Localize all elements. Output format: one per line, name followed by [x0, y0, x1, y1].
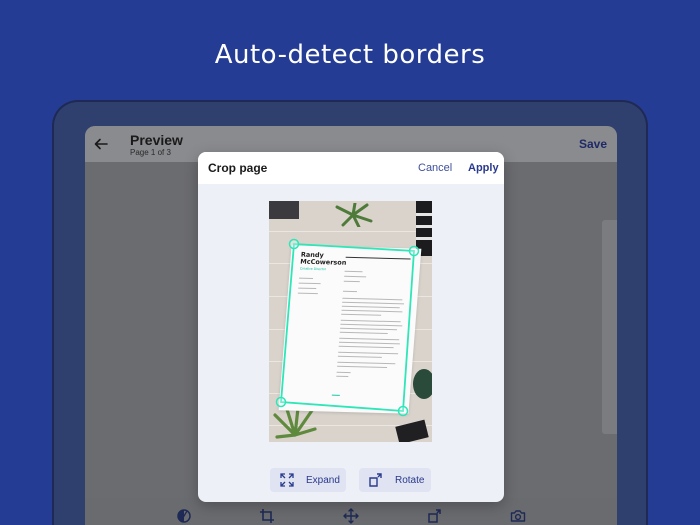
apply-button[interactable]: Apply: [468, 162, 499, 174]
page-title: Preview: [130, 132, 183, 148]
dialog-header: Crop page Cancel Apply: [198, 152, 504, 184]
crop-handle-top-left[interactable]: [288, 238, 300, 250]
dialog-title: Crop page: [208, 161, 268, 175]
crop-handle-bottom-left[interactable]: [275, 396, 287, 408]
headline: Auto-detect borders: [214, 40, 486, 70]
expand-label: Expand: [306, 474, 340, 486]
move-icon[interactable]: [343, 508, 359, 524]
crop-handle-bottom-right[interactable]: [397, 405, 409, 417]
camera-icon[interactable]: [510, 508, 526, 524]
rotate-label: Rotate: [395, 474, 425, 486]
expand-button[interactable]: Expand: [270, 468, 346, 492]
crop-icon[interactable]: [259, 508, 275, 524]
crop-handle-top-right[interactable]: [408, 245, 420, 257]
expand-icon: [280, 473, 294, 487]
rotate-icon[interactable]: [427, 508, 443, 524]
page-subtitle: Page 1 of 3: [130, 148, 171, 157]
back-arrow-icon[interactable]: [93, 136, 109, 152]
rotate-button[interactable]: Rotate: [359, 468, 431, 492]
crop-outline: [275, 238, 420, 417]
filter-icon[interactable]: [176, 508, 192, 524]
cancel-button[interactable]: Cancel: [418, 162, 452, 174]
crop-dialog: Crop page Cancel Apply Randy McCowerson: [198, 152, 504, 502]
next-page-preview[interactable]: [602, 220, 617, 434]
bottom-toolbar: [85, 498, 617, 525]
save-button[interactable]: Save: [579, 137, 607, 151]
rotate-icon: [369, 473, 382, 487]
